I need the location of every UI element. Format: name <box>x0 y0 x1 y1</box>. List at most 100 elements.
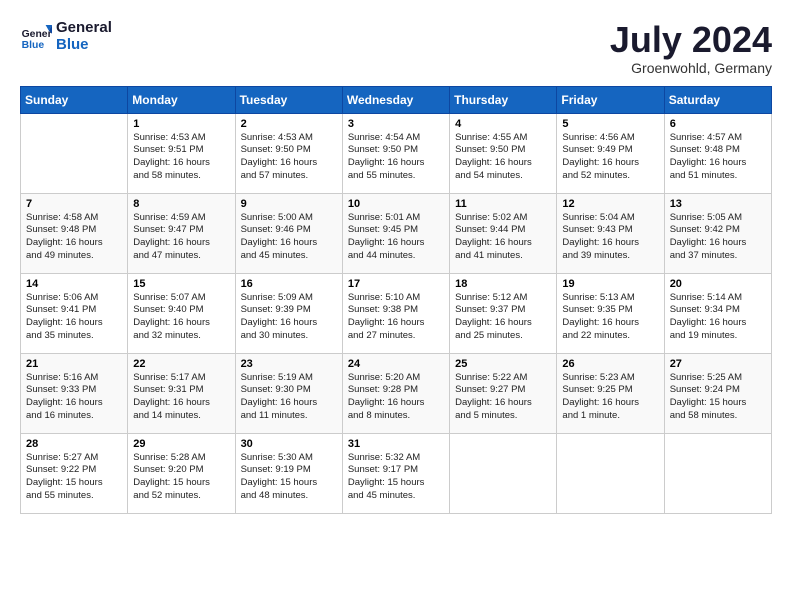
day-info: Sunrise: 5:10 AMSunset: 9:38 PMDaylight:… <box>348 292 444 343</box>
logo-text-general: General <box>56 20 112 37</box>
logo-text-blue: Blue <box>56 37 112 54</box>
day-info: Sunrise: 5:28 AMSunset: 9:20 PMDaylight:… <box>133 452 229 503</box>
day-number: 11 <box>455 198 551 210</box>
day-number: 9 <box>241 198 337 210</box>
day-of-week-header: Sunday <box>21 86 128 113</box>
calendar-week-row: 1 Sunrise: 4:53 AMSunset: 9:51 PMDaylight… <box>21 113 772 193</box>
day-of-week-header: Saturday <box>664 86 771 113</box>
calendar-cell: 31 Sunrise: 5:32 AMSunset: 9:17 PMDayligh… <box>342 433 449 513</box>
logo: General Blue General Blue <box>20 20 112 53</box>
day-info: Sunrise: 5:06 AMSunset: 9:41 PMDaylight:… <box>26 292 122 343</box>
calendar-cell: 1 Sunrise: 4:53 AMSunset: 9:51 PMDaylight… <box>128 113 235 193</box>
day-info: Sunrise: 5:12 AMSunset: 9:37 PMDaylight:… <box>455 292 551 343</box>
day-info: Sunrise: 5:16 AMSunset: 9:33 PMDaylight:… <box>26 372 122 423</box>
logo-icon: General Blue <box>20 21 52 53</box>
day-of-week-header: Monday <box>128 86 235 113</box>
day-number: 28 <box>26 438 122 450</box>
calendar-cell: 14 Sunrise: 5:06 AMSunset: 9:41 PMDayligh… <box>21 273 128 353</box>
day-info: Sunrise: 5:00 AMSunset: 9:46 PMDaylight:… <box>241 212 337 263</box>
location-subtitle: Groenwohld, Germany <box>610 60 772 76</box>
day-of-week-header: Tuesday <box>235 86 342 113</box>
day-info: Sunrise: 5:01 AMSunset: 9:45 PMDaylight:… <box>348 212 444 263</box>
day-number: 5 <box>562 118 658 130</box>
day-info: Sunrise: 4:59 AMSunset: 9:47 PMDaylight:… <box>133 212 229 263</box>
title-block: July 2024 Groenwohld, Germany <box>610 20 772 76</box>
calendar-cell: 6 Sunrise: 4:57 AMSunset: 9:48 PMDaylight… <box>664 113 771 193</box>
day-number: 4 <box>455 118 551 130</box>
day-info: Sunrise: 4:55 AMSunset: 9:50 PMDaylight:… <box>455 132 551 183</box>
calendar-cell: 19 Sunrise: 5:13 AMSunset: 9:35 PMDayligh… <box>557 273 664 353</box>
day-number: 17 <box>348 278 444 290</box>
calendar-week-row: 7 Sunrise: 4:58 AMSunset: 9:48 PMDaylight… <box>21 193 772 273</box>
calendar-cell: 29Sunrise: 5:28 AMSunset: 9:20 PMDayligh… <box>128 433 235 513</box>
day-number: 19 <box>562 278 658 290</box>
day-number: 31 <box>348 438 444 450</box>
day-number: 21 <box>26 358 122 370</box>
day-info: Sunrise: 5:20 AMSunset: 9:28 PMDaylight:… <box>348 372 444 423</box>
calendar-cell: 12 Sunrise: 5:04 AMSunset: 9:43 PMDayligh… <box>557 193 664 273</box>
calendar-cell: 15 Sunrise: 5:07 AMSunset: 9:40 PMDayligh… <box>128 273 235 353</box>
page-header: General Blue General Blue July 2024 Groe… <box>20 20 772 76</box>
month-year-title: July 2024 <box>610 20 772 60</box>
day-info: Sunrise: 5:17 AMSunset: 9:31 PMDaylight:… <box>133 372 229 423</box>
day-info: Sunrise: 4:53 AMSunset: 9:50 PMDaylight:… <box>241 132 337 183</box>
calendar-week-row: 14 Sunrise: 5:06 AMSunset: 9:41 PMDayligh… <box>21 273 772 353</box>
day-info: Sunrise: 4:53 AMSunset: 9:51 PMDaylight:… <box>133 132 229 183</box>
calendar-cell: 23Sunrise: 5:19 AMSunset: 9:30 PMDayligh… <box>235 353 342 433</box>
day-info: Sunrise: 5:13 AMSunset: 9:35 PMDaylight:… <box>562 292 658 343</box>
calendar-cell: 3Sunrise: 4:54 AMSunset: 9:50 PMDaylight… <box>342 113 449 193</box>
calendar-cell: 17 Sunrise: 5:10 AMSunset: 9:38 PMDayligh… <box>342 273 449 353</box>
day-number: 16 <box>241 278 337 290</box>
day-number: 1 <box>133 118 229 130</box>
calendar-cell: 22 Sunrise: 5:17 AMSunset: 9:31 PMDayligh… <box>128 353 235 433</box>
day-info: Sunrise: 4:58 AMSunset: 9:48 PMDaylight:… <box>26 212 122 263</box>
day-info: Sunrise: 5:14 AMSunset: 9:34 PMDaylight:… <box>670 292 766 343</box>
calendar-cell: 27Sunrise: 5:25 AMSunset: 9:24 PMDayligh… <box>664 353 771 433</box>
calendar-week-row: 21 Sunrise: 5:16 AMSunset: 9:33 PMDayligh… <box>21 353 772 433</box>
calendar-cell: 30Sunrise: 5:30 AMSunset: 9:19 PMDayligh… <box>235 433 342 513</box>
calendar-cell <box>21 113 128 193</box>
calendar-cell: 21 Sunrise: 5:16 AMSunset: 9:33 PMDayligh… <box>21 353 128 433</box>
calendar-cell: 9 Sunrise: 5:00 AMSunset: 9:46 PMDaylight… <box>235 193 342 273</box>
day-number: 12 <box>562 198 658 210</box>
calendar-week-row: 28Sunrise: 5:27 AMSunset: 9:22 PMDayligh… <box>21 433 772 513</box>
day-number: 8 <box>133 198 229 210</box>
calendar-cell: 8 Sunrise: 4:59 AMSunset: 9:47 PMDaylight… <box>128 193 235 273</box>
day-info: Sunrise: 5:05 AMSunset: 9:42 PMDaylight:… <box>670 212 766 263</box>
day-number: 6 <box>670 118 766 130</box>
day-number: 3 <box>348 118 444 130</box>
calendar-table: SundayMondayTuesdayWednesdayThursdayFrid… <box>20 86 772 514</box>
calendar-cell: 25Sunrise: 5:22 AMSunset: 9:27 PMDayligh… <box>450 353 557 433</box>
day-of-week-header: Thursday <box>450 86 557 113</box>
calendar-cell: 5 Sunrise: 4:56 AMSunset: 9:49 PMDaylight… <box>557 113 664 193</box>
calendar-cell <box>664 433 771 513</box>
day-info: Sunrise: 5:19 AMSunset: 9:30 PMDaylight:… <box>241 372 337 423</box>
calendar-cell <box>557 433 664 513</box>
day-number: 14 <box>26 278 122 290</box>
calendar-cell: 2 Sunrise: 4:53 AMSunset: 9:50 PMDaylight… <box>235 113 342 193</box>
day-number: 15 <box>133 278 229 290</box>
day-info: Sunrise: 5:32 AMSunset: 9:17 PMDaylight:… <box>348 452 444 503</box>
day-number: 30 <box>241 438 337 450</box>
day-info: Sunrise: 5:23 AMSunset: 9:25 PMDaylight:… <box>562 372 658 423</box>
day-number: 18 <box>455 278 551 290</box>
calendar-cell <box>450 433 557 513</box>
calendar-cell: 24 Sunrise: 5:20 AMSunset: 9:28 PMDayligh… <box>342 353 449 433</box>
day-of-week-header: Wednesday <box>342 86 449 113</box>
calendar-cell: 13Sunrise: 5:05 AMSunset: 9:42 PMDayligh… <box>664 193 771 273</box>
day-number: 24 <box>348 358 444 370</box>
day-info: Sunrise: 4:56 AMSunset: 9:49 PMDaylight:… <box>562 132 658 183</box>
day-info: Sunrise: 4:57 AMSunset: 9:48 PMDaylight:… <box>670 132 766 183</box>
day-number: 2 <box>241 118 337 130</box>
svg-text:Blue: Blue <box>22 40 45 51</box>
day-info: Sunrise: 5:07 AMSunset: 9:40 PMDaylight:… <box>133 292 229 343</box>
day-number: 10 <box>348 198 444 210</box>
day-number: 7 <box>26 198 122 210</box>
calendar-cell: 28Sunrise: 5:27 AMSunset: 9:22 PMDayligh… <box>21 433 128 513</box>
day-info: Sunrise: 5:04 AMSunset: 9:43 PMDaylight:… <box>562 212 658 263</box>
day-number: 22 <box>133 358 229 370</box>
calendar-cell: 4 Sunrise: 4:55 AMSunset: 9:50 PMDaylight… <box>450 113 557 193</box>
calendar-cell: 11Sunrise: 5:02 AMSunset: 9:44 PMDayligh… <box>450 193 557 273</box>
day-of-week-header: Friday <box>557 86 664 113</box>
calendar-cell: 20Sunrise: 5:14 AMSunset: 9:34 PMDayligh… <box>664 273 771 353</box>
